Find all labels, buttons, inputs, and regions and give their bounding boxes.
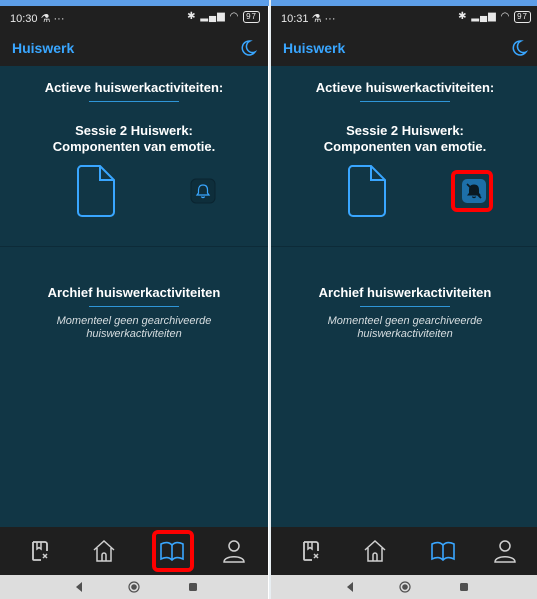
title-underline bbox=[360, 101, 450, 102]
bell-icon[interactable] bbox=[190, 178, 216, 204]
recents-icon[interactable] bbox=[188, 582, 198, 592]
archive-empty-line1: Momenteel geen gearchiveerde bbox=[327, 315, 483, 327]
battery-icon: 97 bbox=[514, 11, 531, 23]
active-homework-title: Actieve huiswerkactiviteiten: bbox=[44, 80, 224, 95]
notebook-icon[interactable] bbox=[297, 537, 325, 565]
highlight-book-tab bbox=[152, 530, 194, 572]
status-time: 10:30 ⚗ ··· bbox=[10, 13, 65, 25]
archive-title: Archief huiswerkactiviteiten bbox=[47, 285, 221, 300]
moon-icon[interactable] bbox=[509, 38, 529, 58]
wifi-icon: ◠ bbox=[229, 11, 240, 22]
archive-empty-message: Momenteel geen gearchiveerde huiswerkact… bbox=[0, 315, 268, 341]
notebook-icon[interactable] bbox=[26, 537, 54, 565]
recents-icon[interactable] bbox=[459, 582, 469, 592]
archive-empty-line1: Momenteel geen gearchiveerde bbox=[56, 315, 212, 327]
status-bar: 10:31 ⚗ ··· ✱ ▂▄▆ ◠ 97 bbox=[271, 6, 537, 30]
bottom-navigation bbox=[0, 527, 268, 575]
bluetooth-icon: ✱ bbox=[458, 11, 468, 22]
archive-empty-line2: huiswerkactiviteiten bbox=[86, 328, 182, 340]
moon-icon[interactable] bbox=[238, 38, 258, 58]
signal-icon: ▂▄▆ bbox=[200, 11, 226, 22]
profile-icon[interactable] bbox=[491, 537, 519, 565]
app-bar: Huiswerk bbox=[271, 30, 537, 66]
session-title: Sessie 2 Huiswerk: Componenten van emoti… bbox=[0, 123, 268, 155]
app-bar: Huiswerk bbox=[0, 30, 268, 66]
session-title-line1: Sessie 2 Huiswerk: bbox=[346, 123, 464, 138]
bottom-navigation bbox=[271, 527, 537, 575]
home-icon[interactable] bbox=[90, 537, 118, 565]
back-icon[interactable] bbox=[74, 581, 84, 593]
page-title: Huiswerk bbox=[283, 40, 346, 56]
archive-empty-line2: huiswerkactiviteiten bbox=[357, 328, 453, 340]
status-icons: ✱ ▂▄▆ ◠ 97 bbox=[458, 11, 531, 23]
status-time: 10:31 ⚗ ··· bbox=[281, 13, 336, 25]
battery-icon: 97 bbox=[243, 11, 260, 23]
session-title-line1: Sessie 2 Huiswerk: bbox=[75, 123, 193, 138]
section-divider bbox=[271, 246, 537, 247]
section-divider bbox=[0, 246, 268, 247]
archive-underline bbox=[360, 306, 450, 307]
profile-icon[interactable] bbox=[220, 537, 248, 565]
archive-underline bbox=[89, 306, 179, 307]
active-homework-title: Actieve huiswerkactiviteiten: bbox=[315, 80, 495, 95]
status-bar: 10:30 ⚗ ··· ✱ ▂▄▆ ◠ 97 bbox=[0, 6, 268, 30]
archive-title: Archief huiswerkactiviteiten bbox=[318, 285, 492, 300]
archive-empty-message: Momenteel geen gearchiveerde huiswerkact… bbox=[271, 315, 537, 341]
status-icons: ✱ ▂▄▆ ◠ 97 bbox=[187, 11, 260, 23]
signal-icon: ▂▄▆ bbox=[471, 11, 497, 22]
document-icon[interactable] bbox=[347, 164, 387, 218]
document-icon[interactable] bbox=[76, 164, 116, 218]
session-title: Sessie 2 Huiswerk: Componenten van emoti… bbox=[271, 123, 537, 155]
back-icon[interactable] bbox=[345, 581, 355, 593]
system-navigation-bar bbox=[271, 575, 537, 599]
home-circle-icon[interactable] bbox=[128, 581, 140, 593]
home-circle-icon[interactable] bbox=[399, 581, 411, 593]
highlight-bell-toggle bbox=[451, 170, 493, 212]
session-title-line2: Componenten van emotie. bbox=[52, 139, 216, 154]
title-underline bbox=[89, 101, 179, 102]
phone-screen-right: 10:31 ⚗ ··· ✱ ▂▄▆ ◠ 97 Huiswerk Actieve … bbox=[271, 6, 537, 599]
session-title-line2: Componenten van emotie. bbox=[323, 139, 487, 154]
book-icon[interactable] bbox=[429, 537, 457, 565]
bluetooth-icon: ✱ bbox=[187, 11, 197, 22]
wifi-icon: ◠ bbox=[500, 11, 511, 22]
page-title: Huiswerk bbox=[12, 40, 75, 56]
phone-screen-left: 10:30 ⚗ ··· ✱ ▂▄▆ ◠ 97 Huiswerk Actieve … bbox=[0, 6, 268, 599]
home-icon[interactable] bbox=[361, 537, 389, 565]
system-navigation-bar bbox=[0, 575, 268, 599]
